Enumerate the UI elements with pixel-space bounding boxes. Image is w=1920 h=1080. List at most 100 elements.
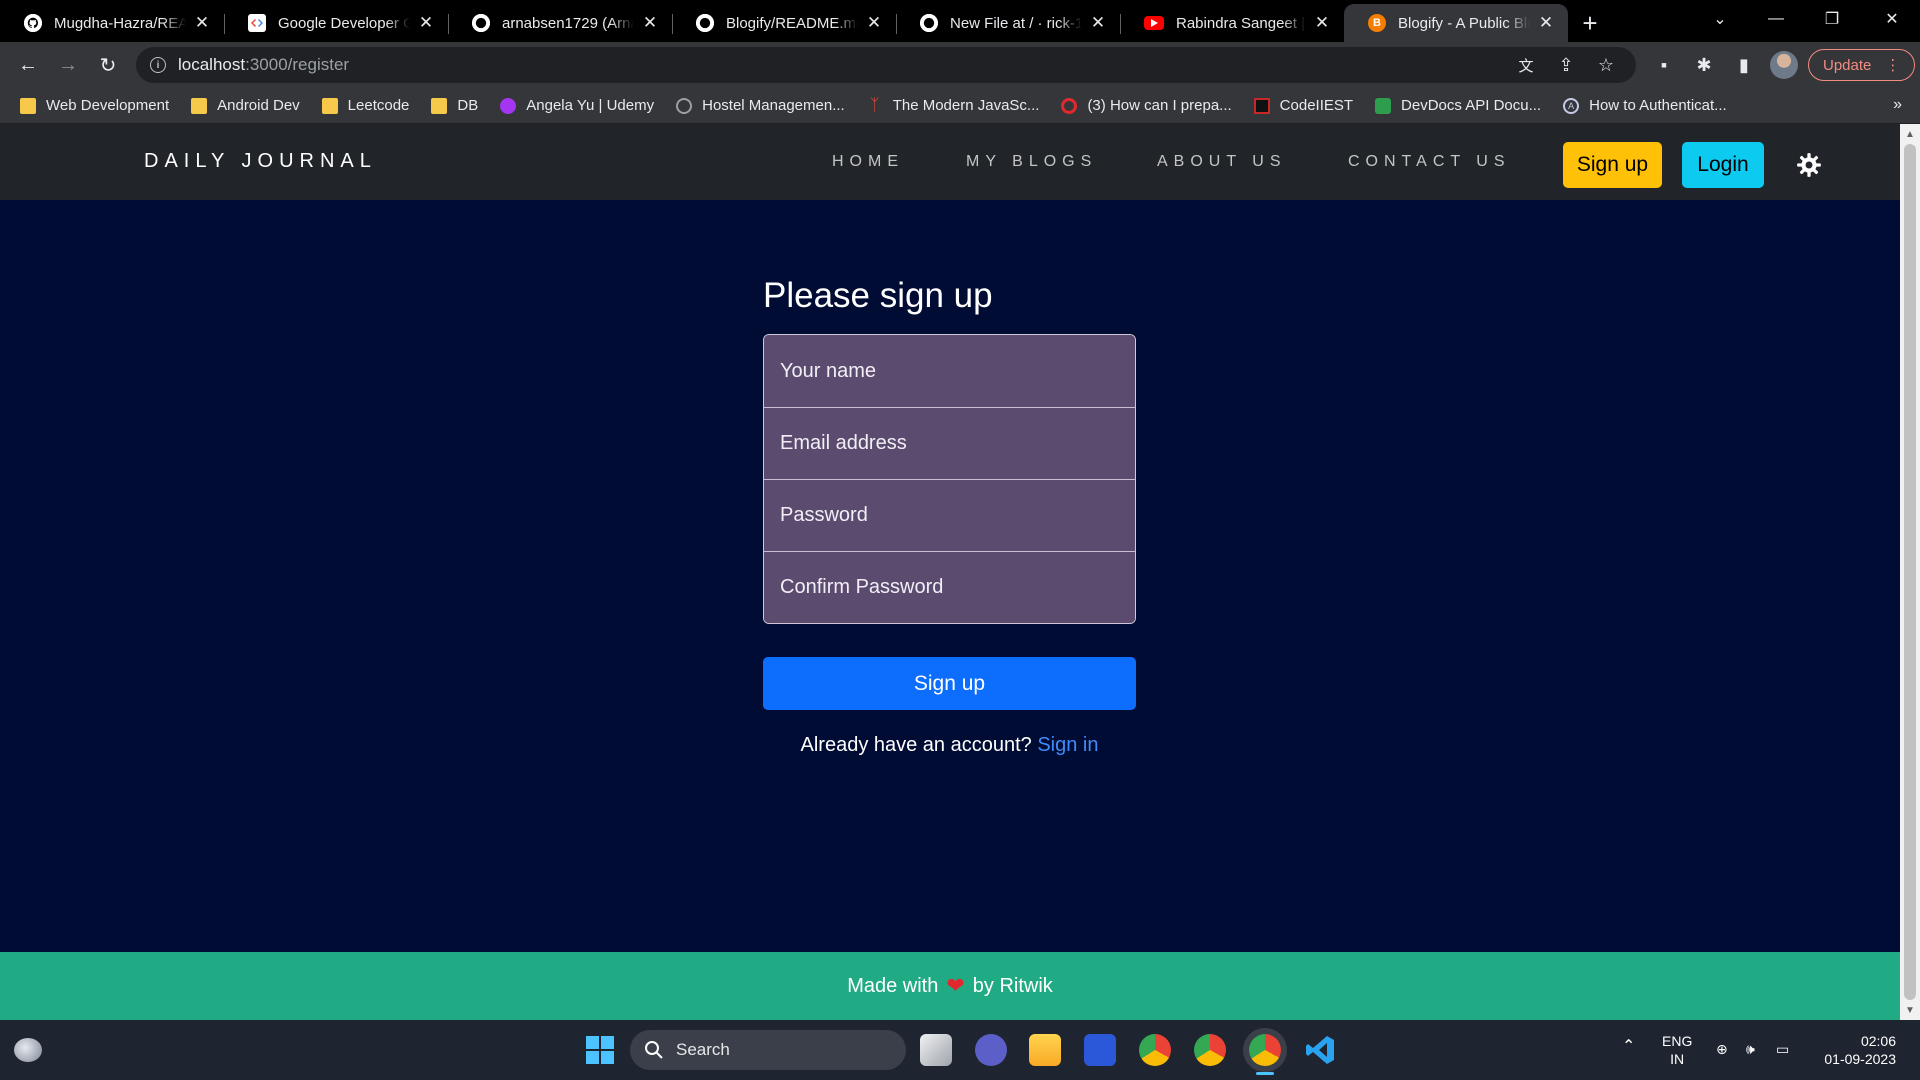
browser-tab[interactable]: Mugdha-Hazra/README ✕ — [0, 4, 224, 42]
scroll-down-arrow-icon[interactable]: ▼ — [1900, 1002, 1920, 1018]
kebab-menu-icon[interactable]: ⋮ — [1885, 56, 1900, 74]
page-scrollbar[interactable]: ▲ ▼ — [1900, 124, 1920, 1020]
bookmark-item[interactable]: Web Development — [20, 97, 169, 114]
signup-form: Please sign up Sign up Already have an a… — [763, 276, 1136, 757]
form-title: Please sign up — [763, 276, 993, 315]
language-indicator[interactable]: ENG IN — [1662, 1032, 1692, 1068]
scroll-up-arrow-icon[interactable]: ▲ — [1900, 126, 1920, 142]
password-input[interactable] — [780, 504, 1135, 527]
share-icon[interactable]: ⇪ — [1554, 53, 1578, 77]
file-explorer-icon[interactable] — [1029, 1034, 1061, 1066]
folder-icon — [20, 97, 36, 114]
signin-link[interactable]: Sign in — [1037, 734, 1098, 756]
nav-link-contact-us[interactable]: CONTACT US — [1348, 153, 1511, 171]
scrollbar-thumb[interactable] — [1904, 144, 1916, 1000]
app-launcher-icon[interactable] — [1084, 1034, 1116, 1066]
tab-title: Blogify/README.md at main — [726, 14, 858, 32]
heart-icon: ❤ — [946, 973, 965, 998]
bookmark-item[interactable]: CodeIIEST — [1253, 97, 1354, 114]
new-tab-button[interactable]: + — [1568, 4, 1612, 42]
have-account-text: Already have an account? — [800, 734, 1032, 756]
bookmark-item[interactable]: (3) How can I prepa... — [1061, 97, 1232, 114]
bookmark-item[interactable]: A How to Authenticat... — [1563, 97, 1727, 114]
address-bar[interactable]: i localhost:3000/register 文 ⇪ ☆ — [136, 47, 1636, 83]
back-arrow-icon[interactable]: ← — [8, 45, 48, 85]
taskbar-search-label: Search — [676, 1040, 730, 1059]
tab-close-icon[interactable]: ✕ — [1536, 13, 1556, 33]
forward-arrow-icon[interactable]: → — [48, 45, 88, 85]
region-code: IN — [1670, 1051, 1685, 1067]
volume-icon[interactable]: 🕪 — [1746, 1040, 1755, 1058]
bookmark-item[interactable]: Leetcode — [321, 97, 409, 114]
extensions-puzzle-icon[interactable]: ✱ — [1692, 53, 1716, 77]
bookmark-item[interactable]: Angela Yu | Udemy — [500, 97, 654, 114]
bookmark-item[interactable]: DevDocs API Docu... — [1375, 97, 1541, 114]
site-info-icon[interactable]: i — [150, 57, 166, 73]
chrome-icon[interactable] — [1139, 1034, 1171, 1066]
profile-avatar[interactable] — [1770, 51, 1798, 79]
language-code: ENG — [1662, 1033, 1693, 1049]
task-view-icon[interactable] — [920, 1034, 952, 1066]
theme-toggle-gear-icon[interactable] — [1796, 152, 1822, 178]
bookmark-item[interactable]: Android Dev — [191, 97, 300, 114]
tab-close-icon[interactable]: ✕ — [192, 13, 212, 33]
browser-tab[interactable]: Google Developer Groups ✕ — [224, 4, 448, 42]
tab-close-icon[interactable]: ✕ — [864, 13, 884, 33]
bookmark-item[interactable]: DB — [431, 97, 478, 114]
media-control-icon[interactable]: ▪ — [1652, 53, 1676, 77]
nav-link-about-us[interactable]: ABOUT US — [1157, 153, 1287, 171]
nav-link-my-blogs[interactable]: MY BLOGS — [966, 153, 1097, 171]
active-app-indicator — [1256, 1072, 1274, 1075]
teams-chat-icon[interactable] — [975, 1034, 1007, 1066]
bookmark-item[interactable]: ᛉ The Modern JavaSc... — [867, 97, 1040, 114]
name-input[interactable] — [780, 359, 1135, 383]
update-button[interactable]: Update ⋮ — [1808, 49, 1916, 81]
translate-icon[interactable]: 文 — [1514, 53, 1538, 77]
bookmarks-overflow-icon[interactable]: » — [1893, 96, 1902, 114]
navbar-signup-button[interactable]: Sign up — [1563, 142, 1662, 188]
browser-tab[interactable]: Rabindra Sangeet | Sa ✕ — [1120, 4, 1344, 42]
clock[interactable]: 02:06 01-09-2023 — [1814, 1032, 1896, 1068]
close-window-button[interactable]: ✕ — [1864, 0, 1920, 38]
browser-tab[interactable]: Blogify/README.md at main ✕ — [672, 4, 896, 42]
restore-window-button[interactable]: ❐ — [1804, 0, 1860, 38]
vscode-icon[interactable] — [1304, 1034, 1336, 1066]
site-brand[interactable]: DAILY JOURNAL — [144, 150, 377, 173]
chrome-icon[interactable] — [1194, 1034, 1226, 1066]
tab-search-chevron-icon[interactable]: ⌄ — [1692, 0, 1748, 38]
site-navbar: DAILY JOURNAL HOME MY BLOGS ABOUT US CON… — [0, 124, 1900, 200]
tab-close-icon[interactable]: ✕ — [416, 13, 436, 33]
chrome-active-icon[interactable] — [1249, 1034, 1281, 1066]
bookmarks-bar: Web Development Android Dev Leetcode DB … — [0, 88, 1920, 124]
tab-title: Blogify - A Public Blog — [1398, 14, 1530, 32]
weather-widget-icon[interactable] — [14, 1038, 42, 1062]
email-input[interactable] — [780, 432, 1135, 455]
browser-tab-active[interactable]: B Blogify - A Public Blog ✕ — [1344, 4, 1568, 42]
github-icon — [696, 14, 714, 32]
password-field-wrapper — [764, 479, 1135, 551]
side-panel-icon[interactable]: ▮ — [1732, 53, 1756, 77]
taskbar-search-box[interactable]: Search — [630, 1030, 906, 1070]
minimize-window-button[interactable]: — — [1748, 0, 1804, 38]
web-page: DAILY JOURNAL HOME MY BLOGS ABOUT US CON… — [0, 124, 1900, 1020]
github-icon — [920, 14, 938, 32]
tab-close-icon[interactable]: ✕ — [640, 13, 660, 33]
bookmark-star-icon[interactable]: ☆ — [1594, 53, 1618, 77]
browser-tab[interactable]: New File at / · rick-12/Blogify ✕ — [896, 4, 1120, 42]
browser-tab[interactable]: arnabsen1729 (Arnab Sen) ✕ — [448, 4, 672, 42]
battery-icon[interactable]: ▭ — [1776, 1040, 1789, 1058]
tab-close-icon[interactable]: ✕ — [1312, 13, 1332, 33]
nav-link-home[interactable]: HOME — [832, 153, 904, 171]
bookmark-label: CodeIIEST — [1279, 97, 1354, 114]
network-globe-icon[interactable]: ⊕ — [1716, 1040, 1728, 1058]
navbar-login-button[interactable]: Login — [1682, 142, 1764, 188]
update-label: Update — [1823, 56, 1872, 74]
bookmark-item[interactable]: Hostel Managemen... — [676, 97, 845, 114]
reload-icon[interactable]: ↻ — [88, 45, 128, 85]
bookmark-label: Hostel Managemen... — [702, 97, 845, 114]
windows-start-icon[interactable] — [584, 1034, 616, 1066]
signup-submit-button[interactable]: Sign up — [763, 657, 1136, 710]
tab-close-icon[interactable]: ✕ — [1088, 13, 1108, 33]
confirm-password-input[interactable] — [780, 576, 1135, 599]
show-hidden-icons-chevron-icon[interactable]: ⌃ — [1622, 1038, 1635, 1056]
